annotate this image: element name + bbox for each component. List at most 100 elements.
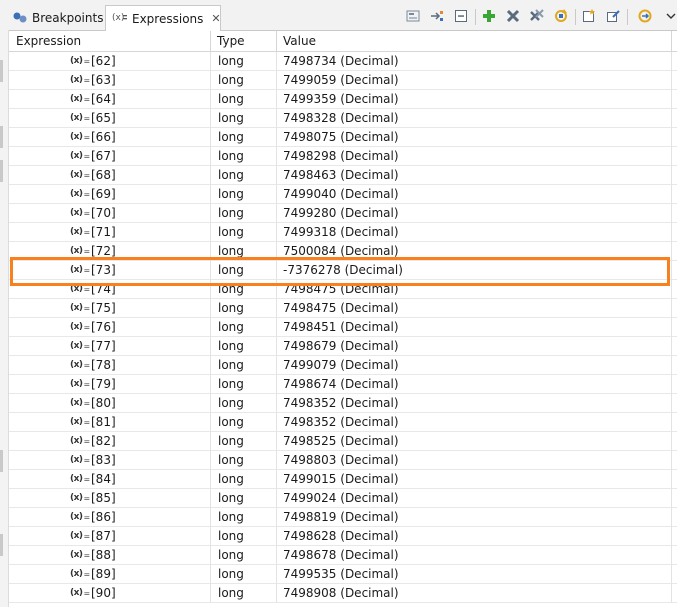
expression-name: [63] [91, 73, 116, 87]
value-cell[interactable]: 7499535 (Decimal) [276, 565, 671, 584]
value-cell[interactable]: 7498328 (Decimal) [276, 109, 671, 128]
value-cell[interactable]: 7498819 (Decimal) [276, 508, 671, 527]
value-cell[interactable]: 7498475 (Decimal) [276, 299, 671, 318]
tab-breakpoints[interactable]: Breakpoints [6, 5, 106, 31]
value-cell[interactable]: 7499318 (Decimal) [276, 223, 671, 242]
variable-icon: (x) = [70, 151, 90, 161]
remove-expression-icon[interactable] [504, 7, 522, 25]
table-row[interactable]: (x) = [85] long 7499024 (Decimal) [9, 489, 677, 508]
variable-icon: (x) = [70, 379, 90, 389]
table-row[interactable]: (x) = [86] long 7498819 (Decimal) [9, 508, 677, 527]
value-cell[interactable]: 7498075 (Decimal) [276, 128, 671, 147]
collapse-all-icon[interactable] [452, 7, 470, 25]
type-cell: long [210, 394, 276, 413]
value-cell[interactable]: 7499280 (Decimal) [276, 204, 671, 223]
value-cell[interactable]: 7498525 (Decimal) [276, 432, 671, 451]
table-row[interactable]: (x) = [88] long 7498678 (Decimal) [9, 546, 677, 565]
value-cell[interactable]: 7498628 (Decimal) [276, 527, 671, 546]
type-cell: long [210, 52, 276, 71]
extra-column-cell [671, 451, 677, 470]
new-expression-icon[interactable] [580, 7, 598, 25]
table-row[interactable]: (x) = [65] long 7498328 (Decimal) [9, 109, 677, 128]
refresh-icon[interactable] [552, 7, 570, 25]
table-row[interactable]: (x) = [80] long 7498352 (Decimal) [9, 394, 677, 413]
extra-column-cell [671, 204, 677, 223]
value-cell[interactable]: 7499079 (Decimal) [276, 356, 671, 375]
variable-icon: (x) = [70, 56, 90, 66]
table-row[interactable]: (x) = [66] long 7498075 (Decimal) [9, 128, 677, 147]
close-icon[interactable]: ✕ [211, 12, 220, 25]
value-cell[interactable]: 7498803 (Decimal) [276, 451, 671, 470]
value-cell[interactable]: -7376278 (Decimal) [276, 261, 671, 280]
table-row[interactable]: (x) = [87] long 7498628 (Decimal) [9, 527, 677, 546]
value-cell[interactable]: 7499040 (Decimal) [276, 185, 671, 204]
value-cell[interactable]: 7499059 (Decimal) [276, 71, 671, 90]
value-cell[interactable]: 7498908 (Decimal) [276, 584, 671, 603]
table-row[interactable]: (x) = [70] long 7499280 (Decimal) [9, 204, 677, 223]
value-cell[interactable]: 7498451 (Decimal) [276, 318, 671, 337]
value-cell[interactable]: 7499359 (Decimal) [276, 90, 671, 109]
add-expression-icon[interactable] [480, 7, 498, 25]
value-cell[interactable]: 7498679 (Decimal) [276, 337, 671, 356]
table-row[interactable]: (x) = [64] long 7499359 (Decimal) [9, 90, 677, 109]
table-row[interactable]: (x) = [79] long 7498674 (Decimal) [9, 375, 677, 394]
table-row[interactable]: (x) = [76] long 7498451 (Decimal) [9, 318, 677, 337]
table-header: Expression Type Value [9, 31, 677, 52]
value-cell[interactable]: 7498674 (Decimal) [276, 375, 671, 394]
value-cell[interactable]: 7499024 (Decimal) [276, 489, 671, 508]
expression-cell: (x) = [80] [9, 394, 210, 413]
expressions-table: Expression Type Value (x) = [62] long 749873… [9, 31, 677, 607]
table-row[interactable]: (x) = [67] long 7498298 (Decimal) [9, 147, 677, 166]
variable-icon: (x) = [70, 569, 90, 579]
table-row[interactable]: (x) = [83] long 7498803 (Decimal) [9, 451, 677, 470]
value-cell[interactable]: 7498734 (Decimal) [276, 52, 671, 71]
table-row[interactable]: (x) = [68] long 7498463 (Decimal) [9, 166, 677, 185]
expression-name: [70] [91, 206, 116, 220]
expression-cell: (x) = [64] [9, 90, 210, 109]
expression-cell: (x) = [70] [9, 204, 210, 223]
table-row[interactable]: (x) = [72] long 7500084 (Decimal) [9, 242, 677, 261]
value-cell[interactable]: 7498463 (Decimal) [276, 166, 671, 185]
variable-icon: (x) = [70, 227, 90, 237]
table-row[interactable]: (x) = [84] long 7499015 (Decimal) [9, 470, 677, 489]
table-row[interactable]: (x) = [74] long 7498475 (Decimal) [9, 280, 677, 299]
edit-expression-icon[interactable] [604, 7, 622, 25]
table-row[interactable]: (x) = [78] long 7499079 (Decimal) [9, 356, 677, 375]
variable-icon: (x) = [70, 341, 90, 351]
table-row[interactable]: (x) = [77] long 7498679 (Decimal) [9, 337, 677, 356]
table-row[interactable]: (x) = [63] long 7499059 (Decimal) [9, 71, 677, 90]
variable-icon: (x) = [70, 417, 90, 427]
tab-expressions[interactable]: (x) Expressions ✕ [105, 5, 221, 32]
remove-all-icon[interactable] [528, 7, 546, 25]
extra-column-cell [671, 546, 677, 565]
value-cell[interactable]: 7498352 (Decimal) [276, 394, 671, 413]
expression-name: [78] [91, 358, 116, 372]
expression-cell: (x) = [66] [9, 128, 210, 147]
tab-expressions-label: Expressions [132, 11, 204, 26]
show-type-names-icon[interactable] [404, 7, 422, 25]
table-row[interactable]: (x) = [73] long -7376278 (Decimal) [9, 261, 677, 280]
table-row[interactable]: (x) = [90] long 7498908 (Decimal) [9, 584, 677, 603]
table-row[interactable]: (x) = [81] long 7498352 (Decimal) [9, 413, 677, 432]
table-row[interactable]: (x) = [82] long 7498525 (Decimal) [9, 432, 677, 451]
value-cell[interactable]: 7500084 (Decimal) [276, 242, 671, 261]
value-cell[interactable]: 7498352 (Decimal) [276, 413, 671, 432]
value-cell[interactable]: 7498475 (Decimal) [276, 280, 671, 299]
table-row[interactable]: (x) = [71] long 7499318 (Decimal) [9, 223, 677, 242]
value-cell[interactable]: 7498678 (Decimal) [276, 546, 671, 565]
view-menu-icon[interactable] [662, 7, 677, 25]
show-logical-structure-icon[interactable] [428, 7, 446, 25]
column-header-value[interactable]: Value [276, 31, 671, 52]
column-header-type[interactable]: Type [210, 31, 276, 52]
table-row[interactable]: (x) = [62] long 7498734 (Decimal) [9, 52, 677, 71]
expression-cell: (x) = [75] [9, 299, 210, 318]
value-cell[interactable]: 7499015 (Decimal) [276, 470, 671, 489]
table-row[interactable]: (x) = [89] long 7499535 (Decimal) [9, 565, 677, 584]
expressions-icon: (x) [112, 10, 128, 27]
link-with-debug-icon[interactable] [636, 7, 654, 25]
table-row[interactable]: (x) = [75] long 7498475 (Decimal) [9, 299, 677, 318]
expression-cell: (x) = [67] [9, 147, 210, 166]
table-row[interactable]: (x) = [69] long 7499040 (Decimal) [9, 185, 677, 204]
value-cell[interactable]: 7498298 (Decimal) [276, 147, 671, 166]
column-header-expression[interactable]: Expression [9, 31, 210, 52]
